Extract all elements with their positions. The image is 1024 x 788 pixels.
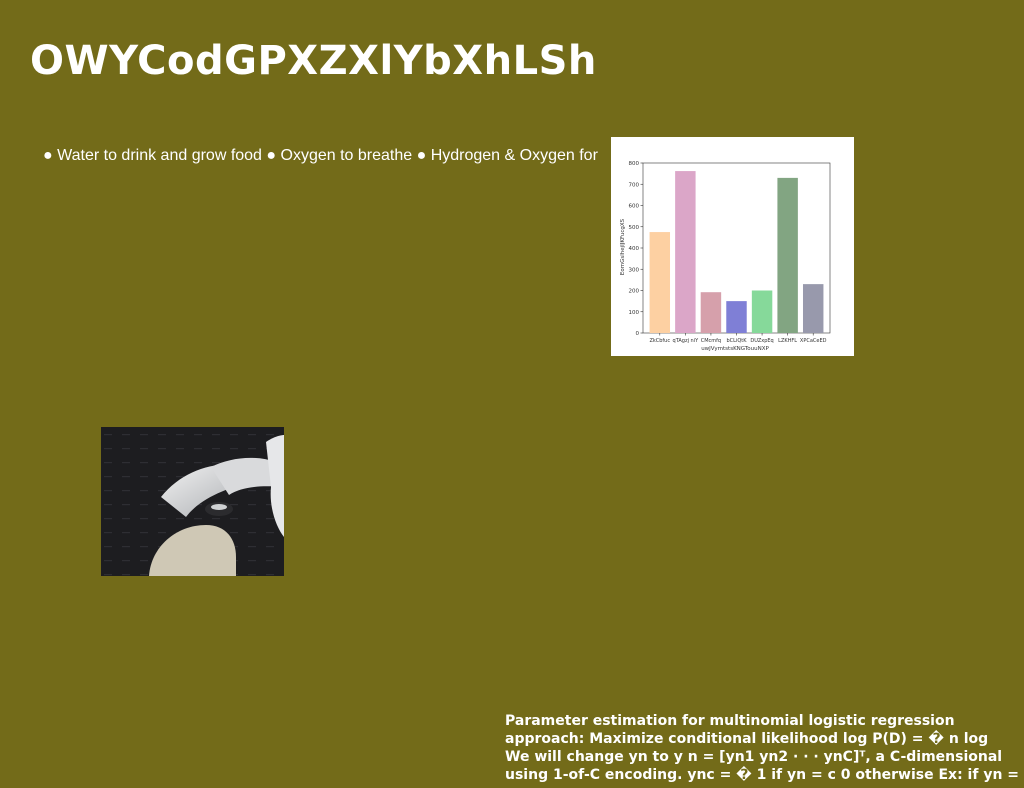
- footnote-line: We will change yn to y n = [yn1 yn2 · · …: [505, 749, 1003, 765]
- robot-hand-photo: [101, 427, 284, 576]
- bar-cmcmfq: [700, 292, 722, 333]
- bar-xpcaceed: [802, 284, 824, 333]
- x-tick-label: XPCaCeED: [800, 338, 827, 344]
- robot-hand-illustration: [101, 427, 284, 576]
- y-tick-label: 600: [629, 204, 640, 210]
- x-tick-label: bCLiQtK: [726, 338, 747, 344]
- y-tick-label: 300: [629, 267, 640, 273]
- y-tick-label: 200: [629, 289, 640, 295]
- y-tick-label: 0: [636, 331, 640, 337]
- y-axis-label: EomGslhejIJKFucgXS: [620, 218, 626, 275]
- x-tick-label: DUZxpEq: [750, 338, 773, 344]
- x-axis-label: uwJVymtstsKNGTouuNXP: [701, 346, 769, 352]
- bar-lzkhfl: [777, 177, 798, 333]
- bar-qtagzj-niy: [675, 171, 696, 333]
- y-tick-label: 800: [629, 161, 640, 167]
- slide: OWYCodGPXZXlYbXhLSh ● Water to drink and…: [0, 0, 1024, 788]
- x-tick-label: LZKHFL: [778, 338, 797, 344]
- bar-bcliqtk: [726, 301, 747, 333]
- x-tick-label: qTAgzj niY: [673, 338, 700, 344]
- bar-chart-svg: 0 100 200 300 400 500 600 700 800 ZkCbfuc qTAgzj …: [620, 161, 831, 352]
- bar-zkcbfuc: [649, 232, 671, 333]
- footnote-line: using 1-of-C encoding. ync = � 1 if yn =…: [505, 767, 1020, 783]
- y-tick-label: 400: [629, 246, 640, 252]
- footnote-line: Parameter estimation for multinomial log…: [505, 713, 955, 729]
- footnote-line: approach: Maximize conditional likelihoo…: [505, 731, 989, 747]
- bar-chart: 0 100 200 300 400 500 600 700 800 ZkCbfuc qTAgzj …: [611, 137, 854, 356]
- y-tick-label: 100: [629, 310, 640, 316]
- footnote-text: Parameter estimation for multinomial log…: [505, 712, 1024, 784]
- y-tick-label: 500: [629, 225, 640, 231]
- x-tick-label: ZkCbfuc: [649, 338, 670, 344]
- slide-title: OWYCodGPXZXlYbXhLSh: [30, 38, 597, 84]
- bar-duzxpeq: [751, 290, 773, 333]
- x-tick-label: CMcmfq: [701, 338, 721, 344]
- y-tick-label: 700: [629, 182, 640, 188]
- bullet-list: ● Water to drink and grow food ● Oxygen …: [43, 147, 598, 164]
